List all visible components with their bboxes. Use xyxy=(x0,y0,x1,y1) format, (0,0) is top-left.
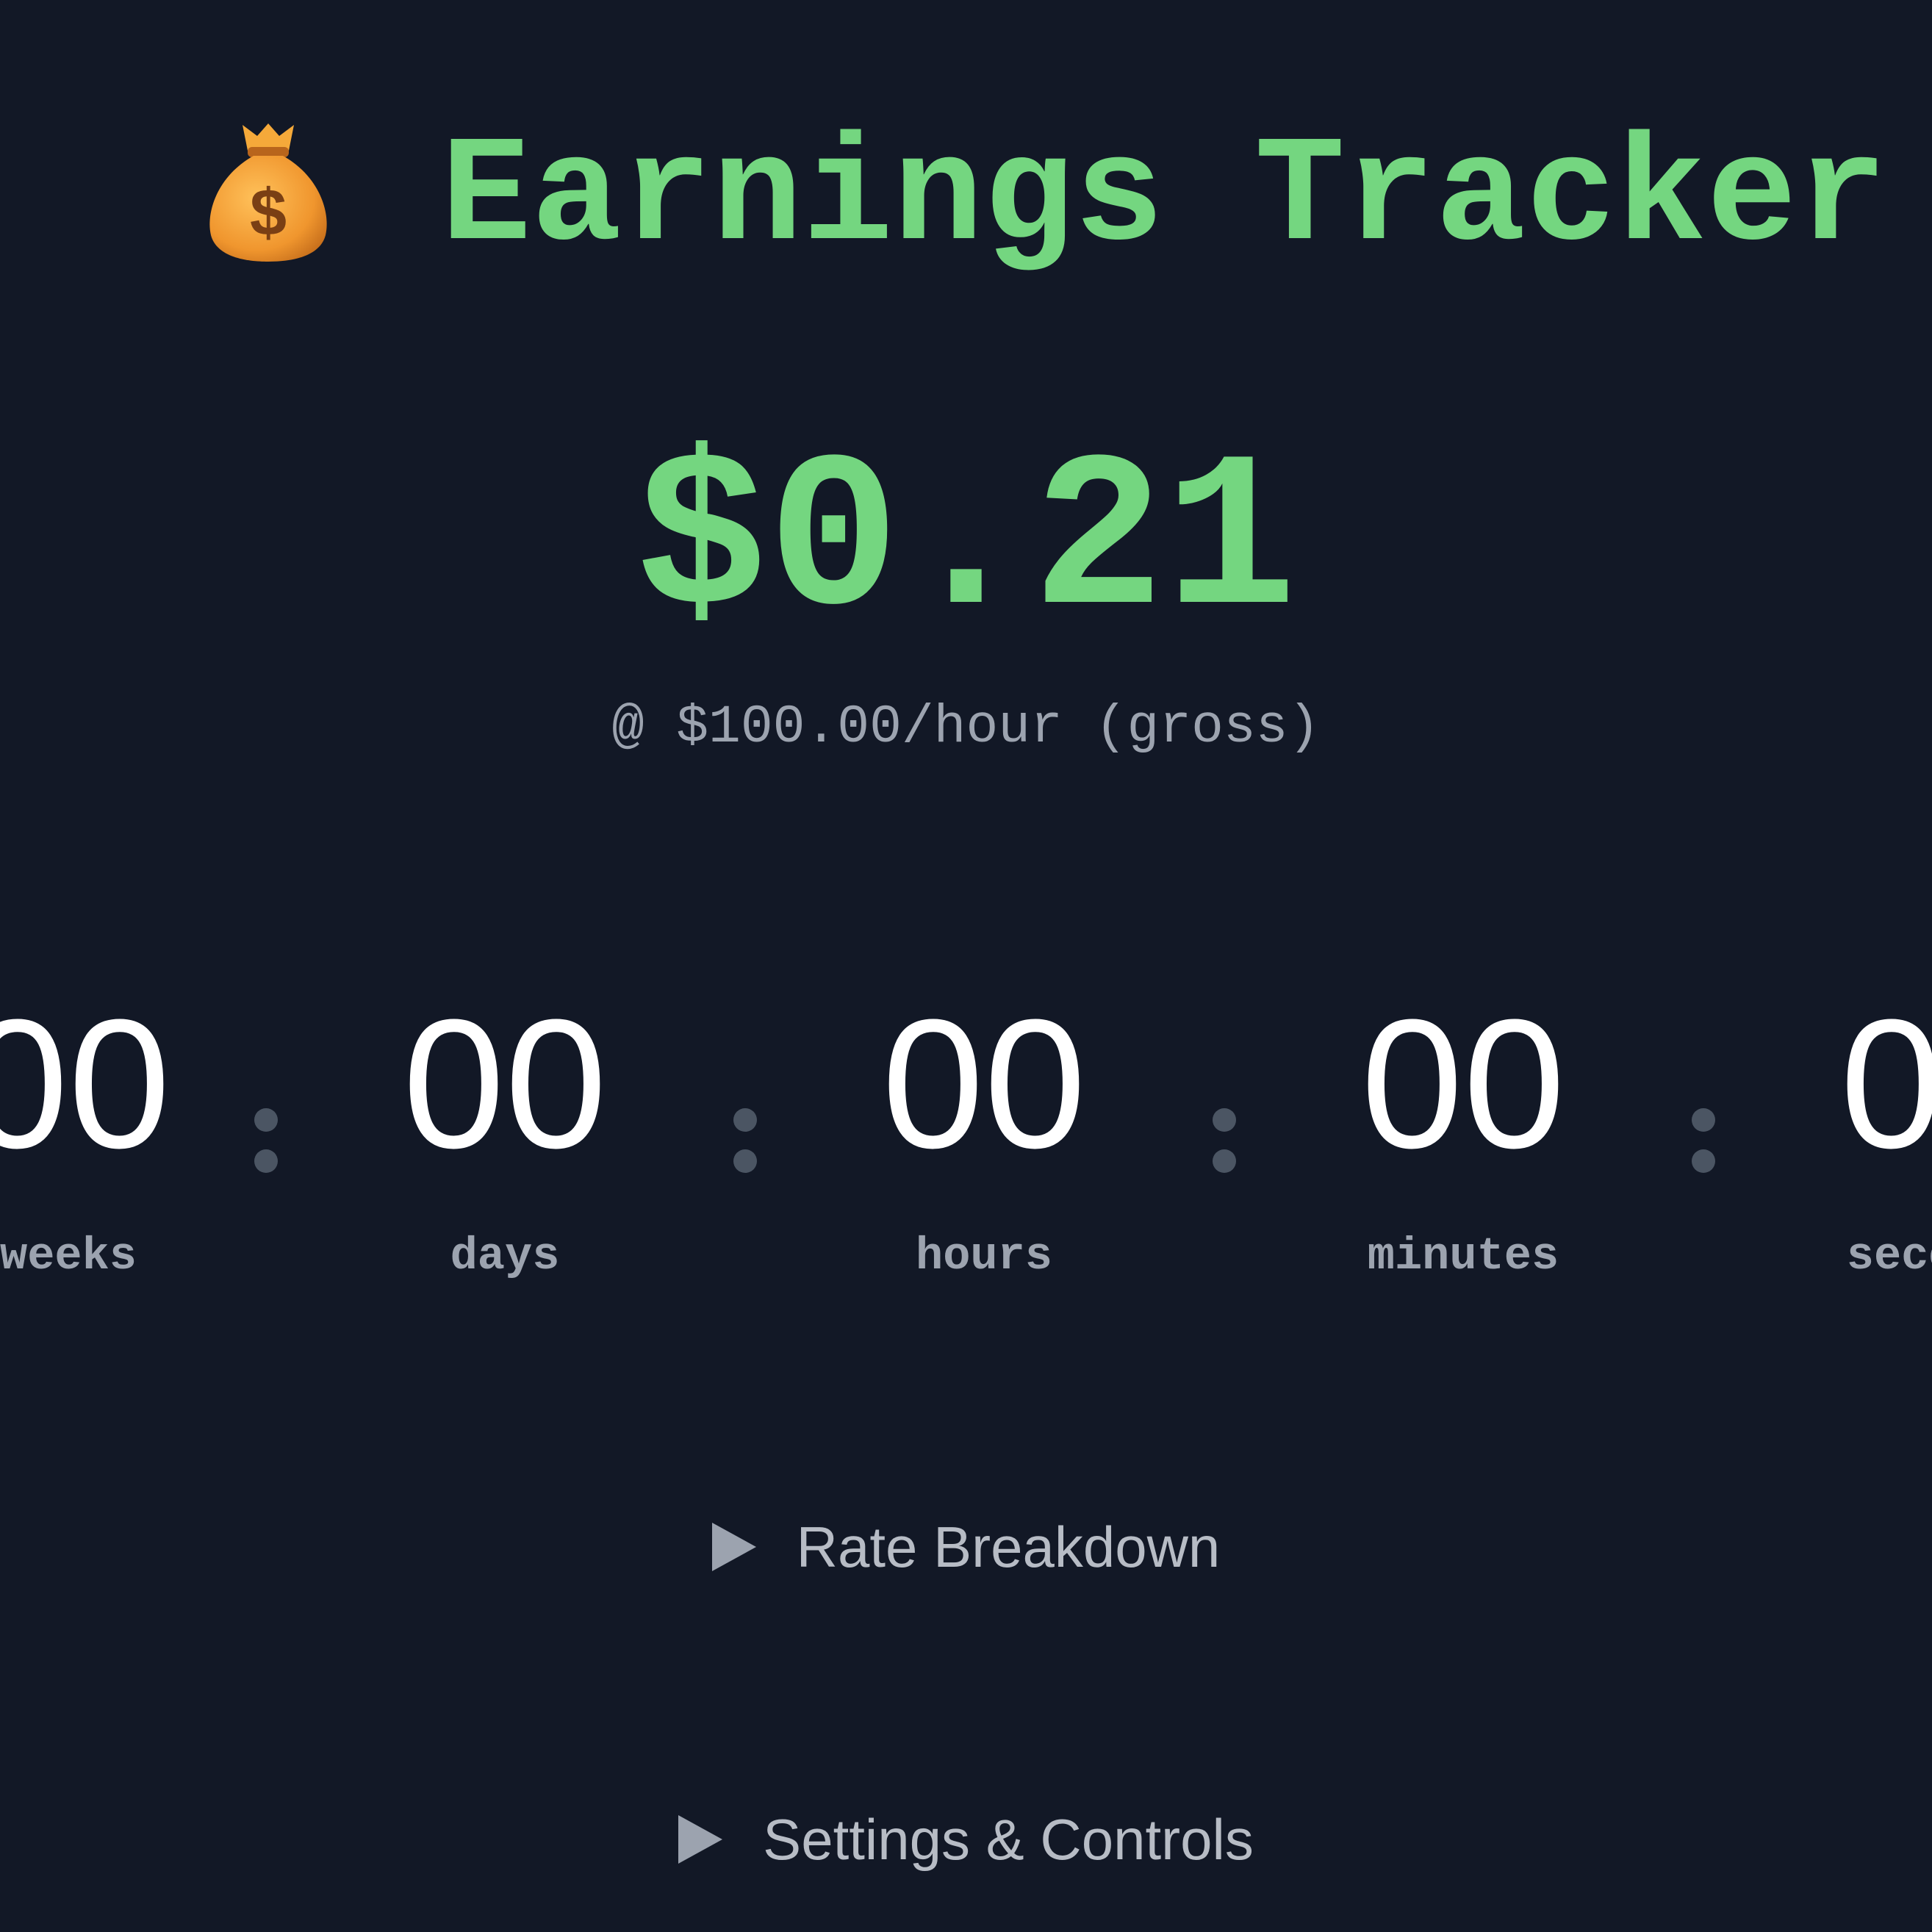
timer-minutes: 00 minutes xyxy=(1309,985,1617,1293)
timer-separator xyxy=(1213,1108,1236,1174)
timer-weeks-value: 00 xyxy=(0,981,171,1186)
timer-separator xyxy=(733,1108,757,1174)
expand-triangle-icon xyxy=(678,1815,723,1864)
money-bag-icon: $ xyxy=(209,123,327,262)
hourly-rate-text: @ $100.00/hour (gross) xyxy=(611,697,1321,758)
timer-hours-label: hours xyxy=(915,1230,1053,1282)
timer-hours: 00 hours xyxy=(830,985,1138,1293)
settings-controls-summary[interactable]: Settings & Controls xyxy=(678,1799,1254,1880)
timer-seconds-value: 00 xyxy=(1839,981,1932,1186)
rate-breakdown-toggle[interactable]: Rate Breakdown xyxy=(0,1507,1932,1587)
timer-weeks-label: weeks xyxy=(0,1230,137,1282)
page-header: $ Earnings Tracker xyxy=(0,110,1932,279)
timer-separator xyxy=(1692,1108,1715,1174)
settings-controls-toggle[interactable]: Settings & Controls xyxy=(0,1799,1932,1880)
expand-triangle-icon xyxy=(711,1523,756,1571)
timer-weeks: 00 weeks xyxy=(0,985,223,1293)
rate-breakdown-summary[interactable]: Rate Breakdown xyxy=(711,1507,1221,1587)
timer-days-label: days xyxy=(450,1230,560,1282)
rate-breakdown-label: Rate Breakdown xyxy=(796,1515,1221,1579)
timer-days: 00 days xyxy=(351,985,659,1293)
timer-hours-value: 00 xyxy=(881,981,1087,1186)
earnings-tracker-page: $ Earnings Tracker $0.21 @ $100.00/hour … xyxy=(0,0,1932,1932)
timer-days-value: 00 xyxy=(402,981,608,1186)
page-title: Earnings Tracker xyxy=(441,112,1888,284)
timer-minutes-label: minutes xyxy=(1367,1230,1559,1282)
svg-text:$: $ xyxy=(250,176,287,250)
settings-controls-label: Settings & Controls xyxy=(763,1807,1254,1872)
timer-minutes-value: 00 xyxy=(1360,981,1566,1186)
timer-seconds-label: seconds xyxy=(1846,1230,1932,1282)
timer-seconds: 00 seconds xyxy=(1788,985,1932,1293)
timer-separator xyxy=(254,1108,278,1174)
earnings-amount: $0.21 xyxy=(635,419,1297,669)
